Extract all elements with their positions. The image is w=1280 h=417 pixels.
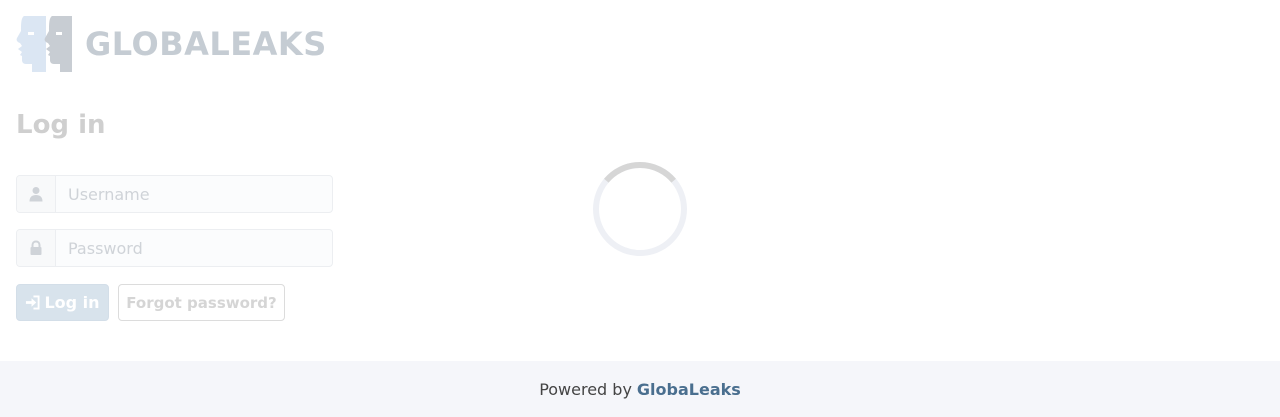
footer: Powered by GlobaLeaks	[0, 361, 1280, 417]
globaleaks-link[interactable]: GlobaLeaks	[637, 380, 741, 399]
logo[interactable]: GLOBALEAKS	[16, 16, 327, 72]
password-input[interactable]	[56, 230, 332, 266]
two-heads-logo-icon	[16, 16, 72, 72]
user-icon	[17, 176, 56, 212]
lock-icon	[17, 230, 56, 266]
page-title: Log in	[16, 110, 106, 140]
loading-spinner-icon	[593, 161, 687, 256]
login-button-label: Log in	[44, 293, 100, 312]
username-field-group	[16, 175, 333, 213]
sign-in-icon	[26, 295, 40, 310]
forgot-password-button[interactable]: Forgot password?	[118, 284, 285, 321]
logo-text: GLOBALEAKS	[85, 25, 327, 63]
login-page: GLOBALEAKS Log in Log in Forgot password…	[0, 0, 1280, 361]
forgot-password-label: Forgot password?	[126, 293, 277, 312]
login-button[interactable]: Log in	[16, 284, 109, 321]
username-input[interactable]	[56, 176, 332, 212]
powered-by-text: Powered by	[539, 379, 632, 399]
password-field-group	[16, 229, 333, 267]
